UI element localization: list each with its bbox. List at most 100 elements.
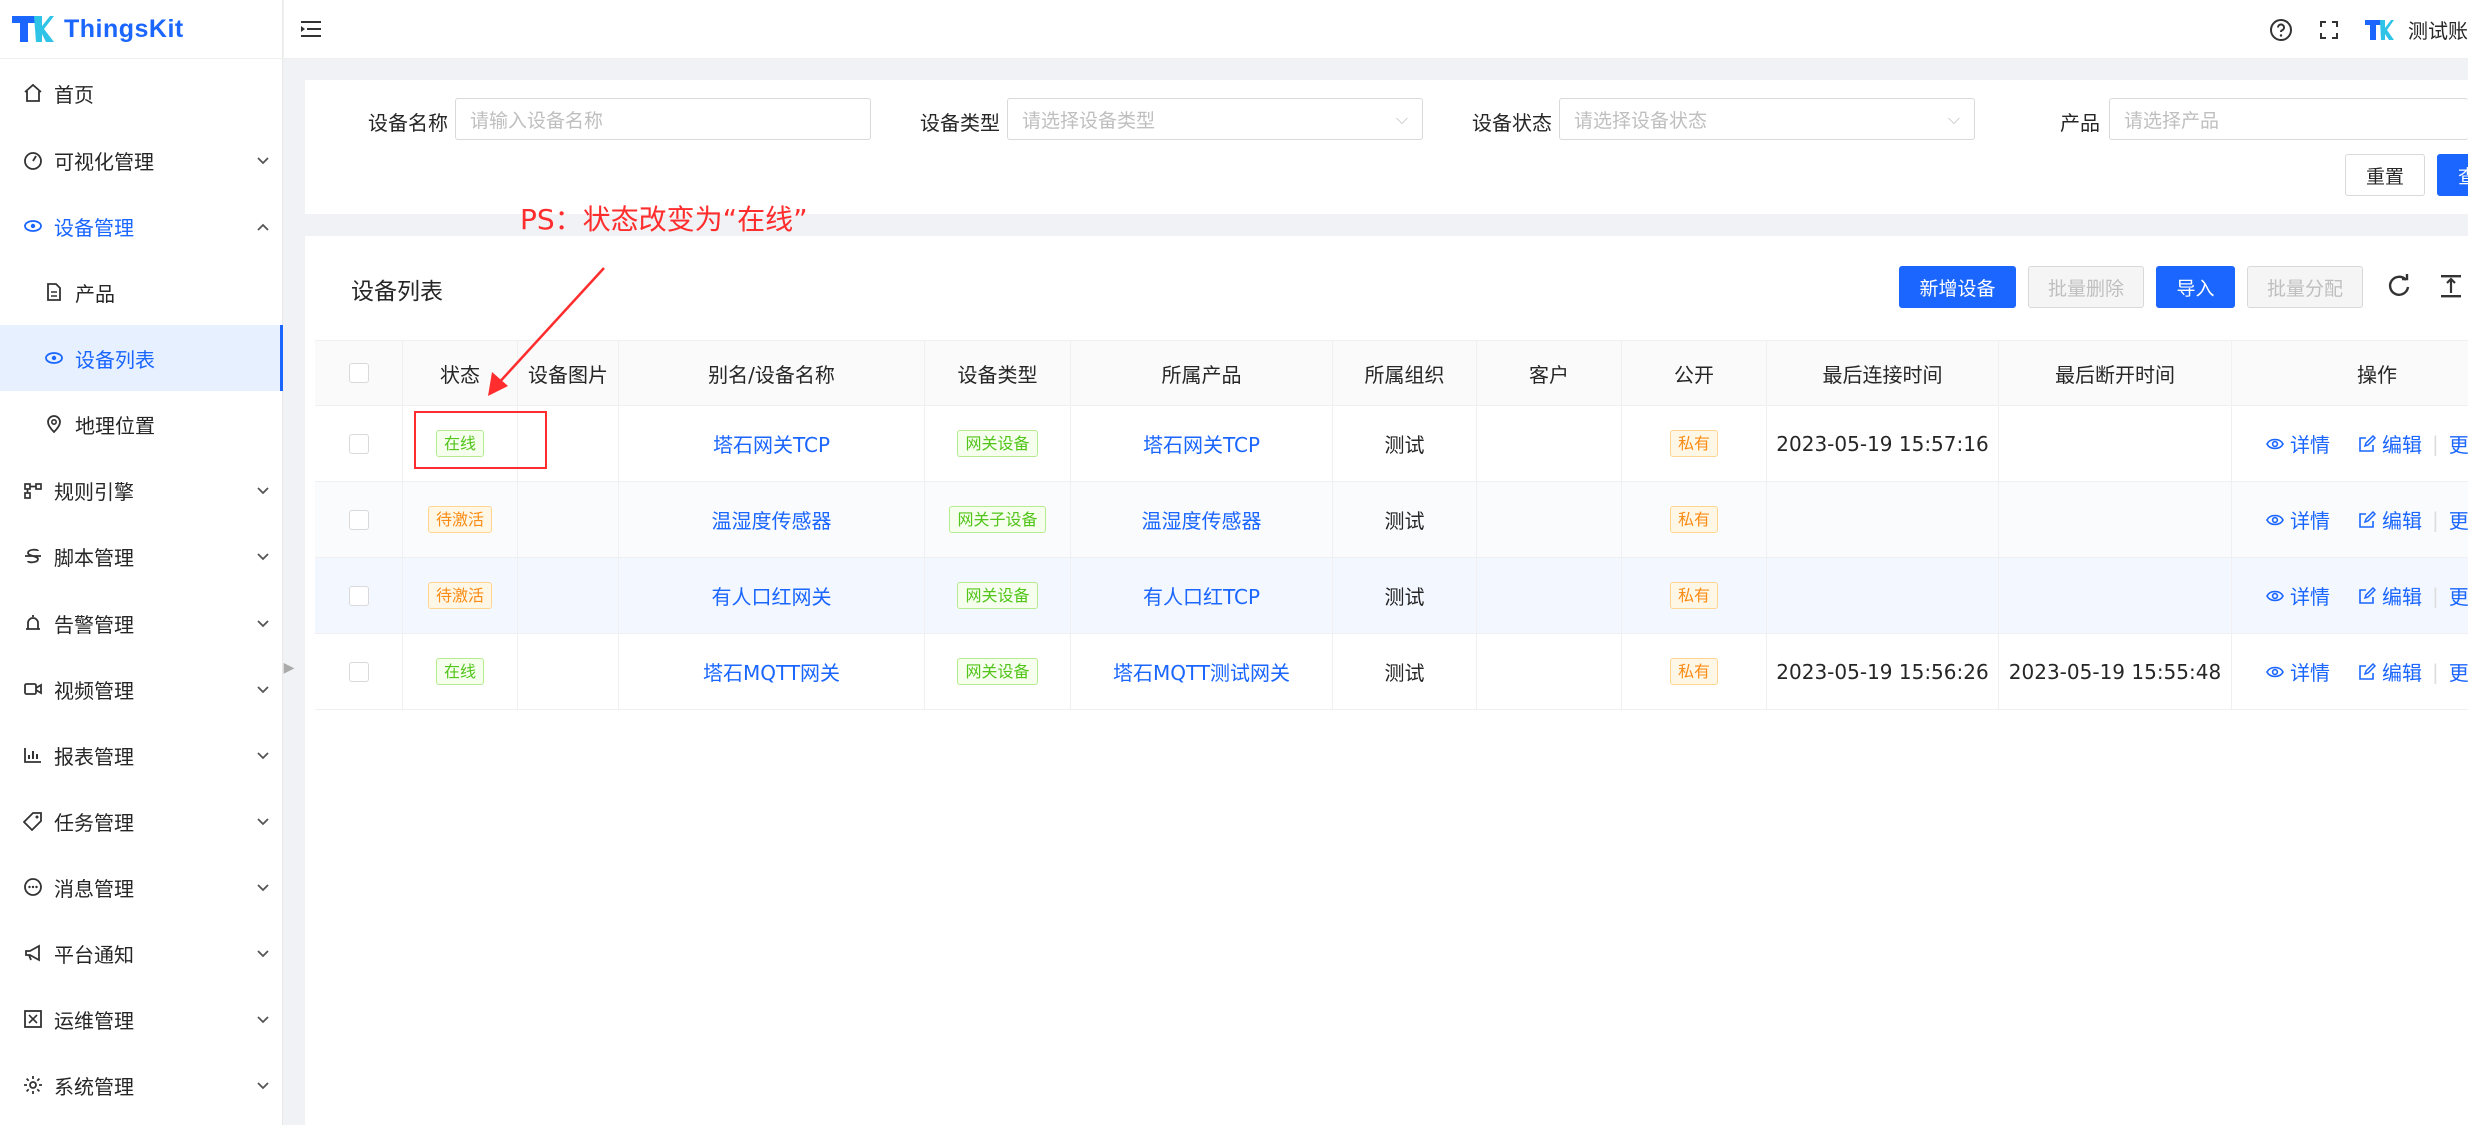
product-link[interactable]: 塔石网关TCP [1143,429,1260,458]
edit-action[interactable]: 编辑 [2358,581,2422,610]
org-text: 测试 [1384,585,1425,609]
device-type-badge: 网关子设备 [949,505,1046,534]
logo[interactable]: ThingsKit [0,0,282,59]
last-connect-cell [1767,482,1999,557]
device-name-link[interactable]: 有人口红网关 [712,581,832,610]
select-all-checkbox[interactable] [348,363,369,383]
chevron-down-icon [243,1076,283,1095]
sidebar-item-13[interactable]: 平台通知 [0,920,283,986]
row-checkbox[interactable] [348,433,369,454]
sidebar-item-8[interactable]: 告警管理 [0,590,283,656]
device-type-badge: 网关设备 [957,429,1038,458]
last-disconnect-cell [1999,482,2232,557]
detail-label: 详情 [2290,433,2330,457]
product-link[interactable]: 温湿度传感器 [1142,505,1262,534]
table-row: 待激活 有人口红网关 网关设备 有人口红TCP 测试 私有 详情 编辑 | 更 [315,558,2468,634]
public-cell: 私有 [1622,406,1767,481]
sidebar-item-label: 首页 [54,82,94,107]
sidebar-item-1[interactable]: 可视化管理 [0,127,283,193]
edit-icon [2359,586,2376,604]
chevron-down-icon [243,680,283,699]
device-name-link[interactable]: 温湿度传感器 [712,505,832,534]
edit-action[interactable]: 编辑 [2358,657,2422,686]
help-icon[interactable] [2268,17,2294,43]
sidebar-item-6[interactable]: 规则引擎 [0,457,283,523]
query-button[interactable]: 查 [2437,154,2468,196]
sidebar-item-label: 报表管理 [54,744,134,769]
detail-action[interactable]: 详情 [2266,429,2330,458]
menu-fold-icon[interactable] [298,16,324,42]
eye-icon [2266,666,2284,677]
alarm-icon [23,613,43,633]
sidebar-item-2[interactable]: 设备管理 [0,193,283,259]
list-title: 设备列表 [351,279,443,305]
refresh-icon[interactable] [2385,272,2413,300]
detail-action[interactable]: 详情 [2266,505,2330,534]
more-action[interactable]: 更 [2449,657,2468,686]
image-cell [518,482,619,557]
import-button[interactable]: 导入 [2156,266,2235,308]
column-height-icon[interactable] [2437,272,2465,300]
actions-cell: 详情 编辑 | 更 [2232,406,2468,481]
chevron-down-icon [243,746,283,765]
device-name-link[interactable]: 塔石MQTT网关 [703,657,840,686]
sidebar-item-7[interactable]: 脚本管理 [0,523,283,589]
more-action[interactable]: 更 [2449,581,2468,610]
device-name-input[interactable]: 请输入设备名称 [455,98,871,140]
sidebar-item-label: 消息管理 [54,876,134,901]
edit-icon [2359,434,2376,452]
device-name-label: 设备名称 [368,111,448,135]
device-type-badge: 网关设备 [957,581,1038,610]
sidebar-item-15[interactable]: 系统管理 [0,1052,283,1118]
product-select[interactable]: 请选择产品 [2109,98,2468,140]
sidebar-item-10[interactable]: 报表管理 [0,722,283,788]
product-link[interactable]: 塔石MQTT测试网关 [1113,657,1290,686]
sidebar-item-3[interactable]: 产品 [0,259,283,325]
status-cell: 待激活 [403,558,518,633]
type-cell: 网关设备 [925,406,1071,481]
sidebar-item-12[interactable]: 消息管理 [0,854,283,920]
org-cell: 测试 [1333,634,1477,709]
image-cell [518,634,619,709]
sidebar-item-5[interactable]: 地理位置 [0,391,283,457]
sidebar-item-0[interactable]: 首页 [0,60,283,126]
user-menu[interactable]: 测试账 [2364,15,2468,44]
detail-action[interactable]: 详情 [2266,657,2330,686]
device-status-select[interactable]: 请选择设备状态 ⌵ [1559,98,1975,140]
add-device-button[interactable]: 新增设备 [1899,266,2016,308]
sidebar-item-label: 规则引擎 [54,479,134,504]
row-checkbox[interactable] [348,585,369,606]
edit-action[interactable]: 编辑 [2358,429,2422,458]
more-action[interactable]: 更 [2449,505,2468,534]
sidebar-item-4[interactable]: 设备列表 [0,325,283,391]
detail-action[interactable]: 详情 [2266,581,2330,610]
batch-delete-button[interactable]: 批量删除 [2028,266,2144,308]
device-name-link[interactable]: 塔石网关TCP [713,429,830,458]
org-text: 测试 [1384,509,1425,533]
row-checkbox[interactable] [348,661,369,682]
device-type-select[interactable]: 请选择设备类型 ⌵ [1007,98,1423,140]
table-header: 状态 设备图片 别名/设备名称 设备类型 所属产品 所属组织 客户 公开 最后连… [315,340,2468,406]
public-cell: 私有 [1622,482,1767,557]
sidebar-item-label: 设备管理 [54,215,134,240]
app-name: ThingsKit [64,14,184,43]
more-action[interactable]: 更 [2449,429,2468,458]
sidebar-item-14[interactable]: 运维管理 [0,986,283,1052]
row-checkbox[interactable] [348,509,369,530]
action-divider: | [2432,507,2439,532]
reset-button[interactable]: 重置 [2345,154,2425,196]
eye-icon [2266,514,2284,525]
action-divider: | [2432,583,2439,608]
product-link[interactable]: 有人口红TCP [1143,581,1260,610]
batch-assign-button[interactable]: 批量分配 [2247,266,2363,308]
sidebar-item-11[interactable]: 任务管理 [0,788,283,854]
fullscreen-icon[interactable] [2316,17,2342,43]
product-cell: 塔石网关TCP [1071,406,1333,481]
sidebar-collapse-handle[interactable]: ▶ [283,650,295,686]
public-cell: 私有 [1622,634,1767,709]
edit-action[interactable]: 编辑 [2358,505,2422,534]
sidebar-item-9[interactable]: 视频管理 [0,656,283,722]
type-cell: 网关设备 [925,634,1071,709]
name-cell: 塔石MQTT网关 [619,634,925,709]
chevron-down-icon [243,812,283,831]
